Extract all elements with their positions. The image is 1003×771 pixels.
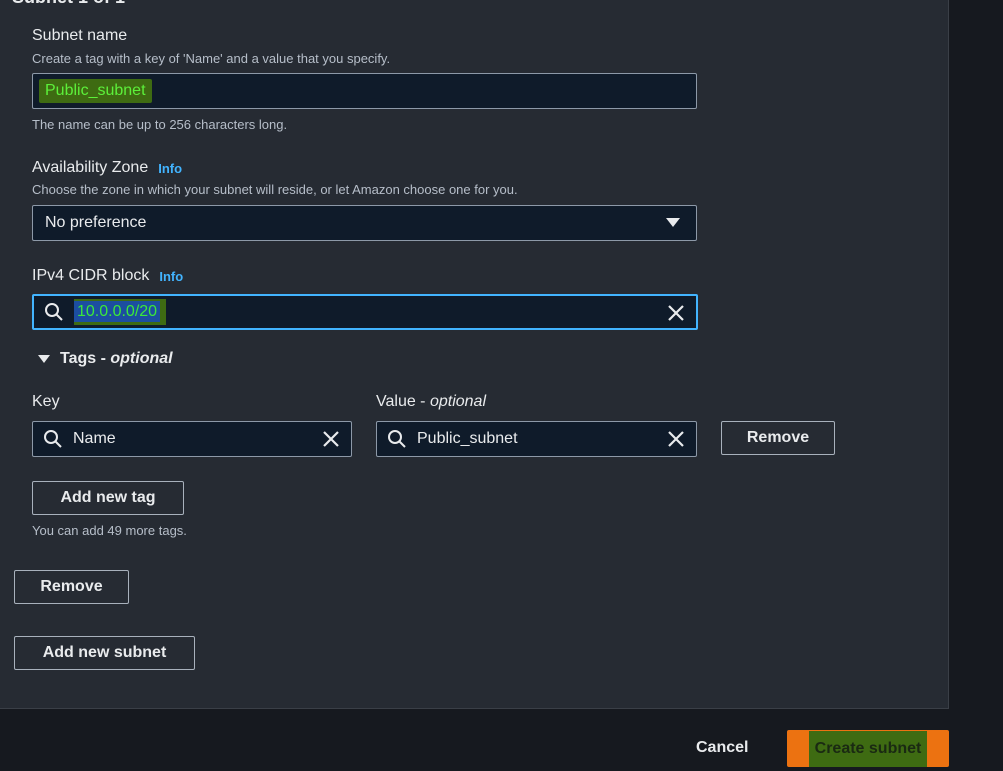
- tag-key-value: Name: [73, 430, 116, 447]
- tag-value-label: Value: [376, 393, 416, 410]
- add-new-tag-button[interactable]: Add new tag: [32, 481, 184, 515]
- subnet-name-value: Public_subnet: [39, 79, 152, 103]
- tag-key-label: Key: [32, 393, 60, 410]
- tag-value-label-row: Value - optional: [376, 393, 486, 411]
- caret-down-icon: [666, 218, 680, 228]
- tags-expander[interactable]: Tags - optional: [38, 350, 173, 368]
- tag-key-input[interactable]: Name: [32, 421, 352, 457]
- tags-optional: optional: [110, 350, 173, 367]
- create-subnet-label: Create subnet: [808, 730, 928, 767]
- clear-icon[interactable]: [668, 305, 684, 321]
- add-new-subnet-button[interactable]: Add new subnet: [14, 636, 195, 670]
- subnet-name-hint: The name can be up to 256 characters lon…: [32, 117, 288, 132]
- availability-zone-description: Choose the zone in which your subnet wil…: [32, 182, 518, 197]
- tag-value-dash: -: [415, 393, 430, 410]
- tag-value-value: Public_subnet: [417, 430, 518, 447]
- cidr-value: 10.0.0.0/20: [74, 301, 161, 322]
- tags-remaining-note: You can add 49 more tags.: [32, 523, 187, 538]
- availability-zone-label: Availability Zone: [32, 159, 149, 176]
- clear-icon[interactable]: [668, 431, 684, 447]
- remove-subnet-button[interactable]: Remove: [14, 570, 129, 604]
- tags-title: Tags: [60, 350, 97, 367]
- create-subnet-button[interactable]: Create subnet: [787, 730, 949, 767]
- cidr-label-row: IPv4 CIDR block Info: [32, 267, 183, 285]
- subnet-name-input[interactable]: Public_subnet: [32, 73, 697, 109]
- cidr-value-highlight: 10.0.0.0/20: [74, 299, 167, 325]
- tags-dash: -: [96, 350, 111, 367]
- section-header: Subnet 1 of 1: [12, 0, 125, 8]
- availability-zone-selected: No preference: [45, 214, 147, 231]
- tag-value-input[interactable]: Public_subnet: [376, 421, 697, 457]
- caret-down-icon: [38, 354, 50, 364]
- cidr-info-link[interactable]: Info: [159, 269, 183, 284]
- availability-zone-label-row: Availability Zone Info: [32, 159, 182, 177]
- subnet-name-label: Subnet name: [32, 27, 128, 44]
- tag-value-optional: optional: [429, 393, 486, 410]
- availability-zone-select[interactable]: No preference: [32, 205, 697, 241]
- cidr-label: IPv4 CIDR block: [32, 267, 150, 284]
- remove-tag-button[interactable]: Remove: [721, 421, 835, 455]
- availability-zone-info-link[interactable]: Info: [158, 161, 182, 176]
- search-icon: [43, 429, 63, 449]
- cidr-input[interactable]: 10.0.0.0/20: [32, 294, 698, 330]
- subnet-name-description: Create a tag with a key of 'Name' and a …: [32, 51, 391, 66]
- clear-icon[interactable]: [323, 431, 339, 447]
- search-icon: [387, 429, 407, 449]
- cancel-button[interactable]: Cancel: [696, 739, 748, 757]
- right-margin: [950, 0, 1003, 771]
- search-icon: [44, 302, 64, 322]
